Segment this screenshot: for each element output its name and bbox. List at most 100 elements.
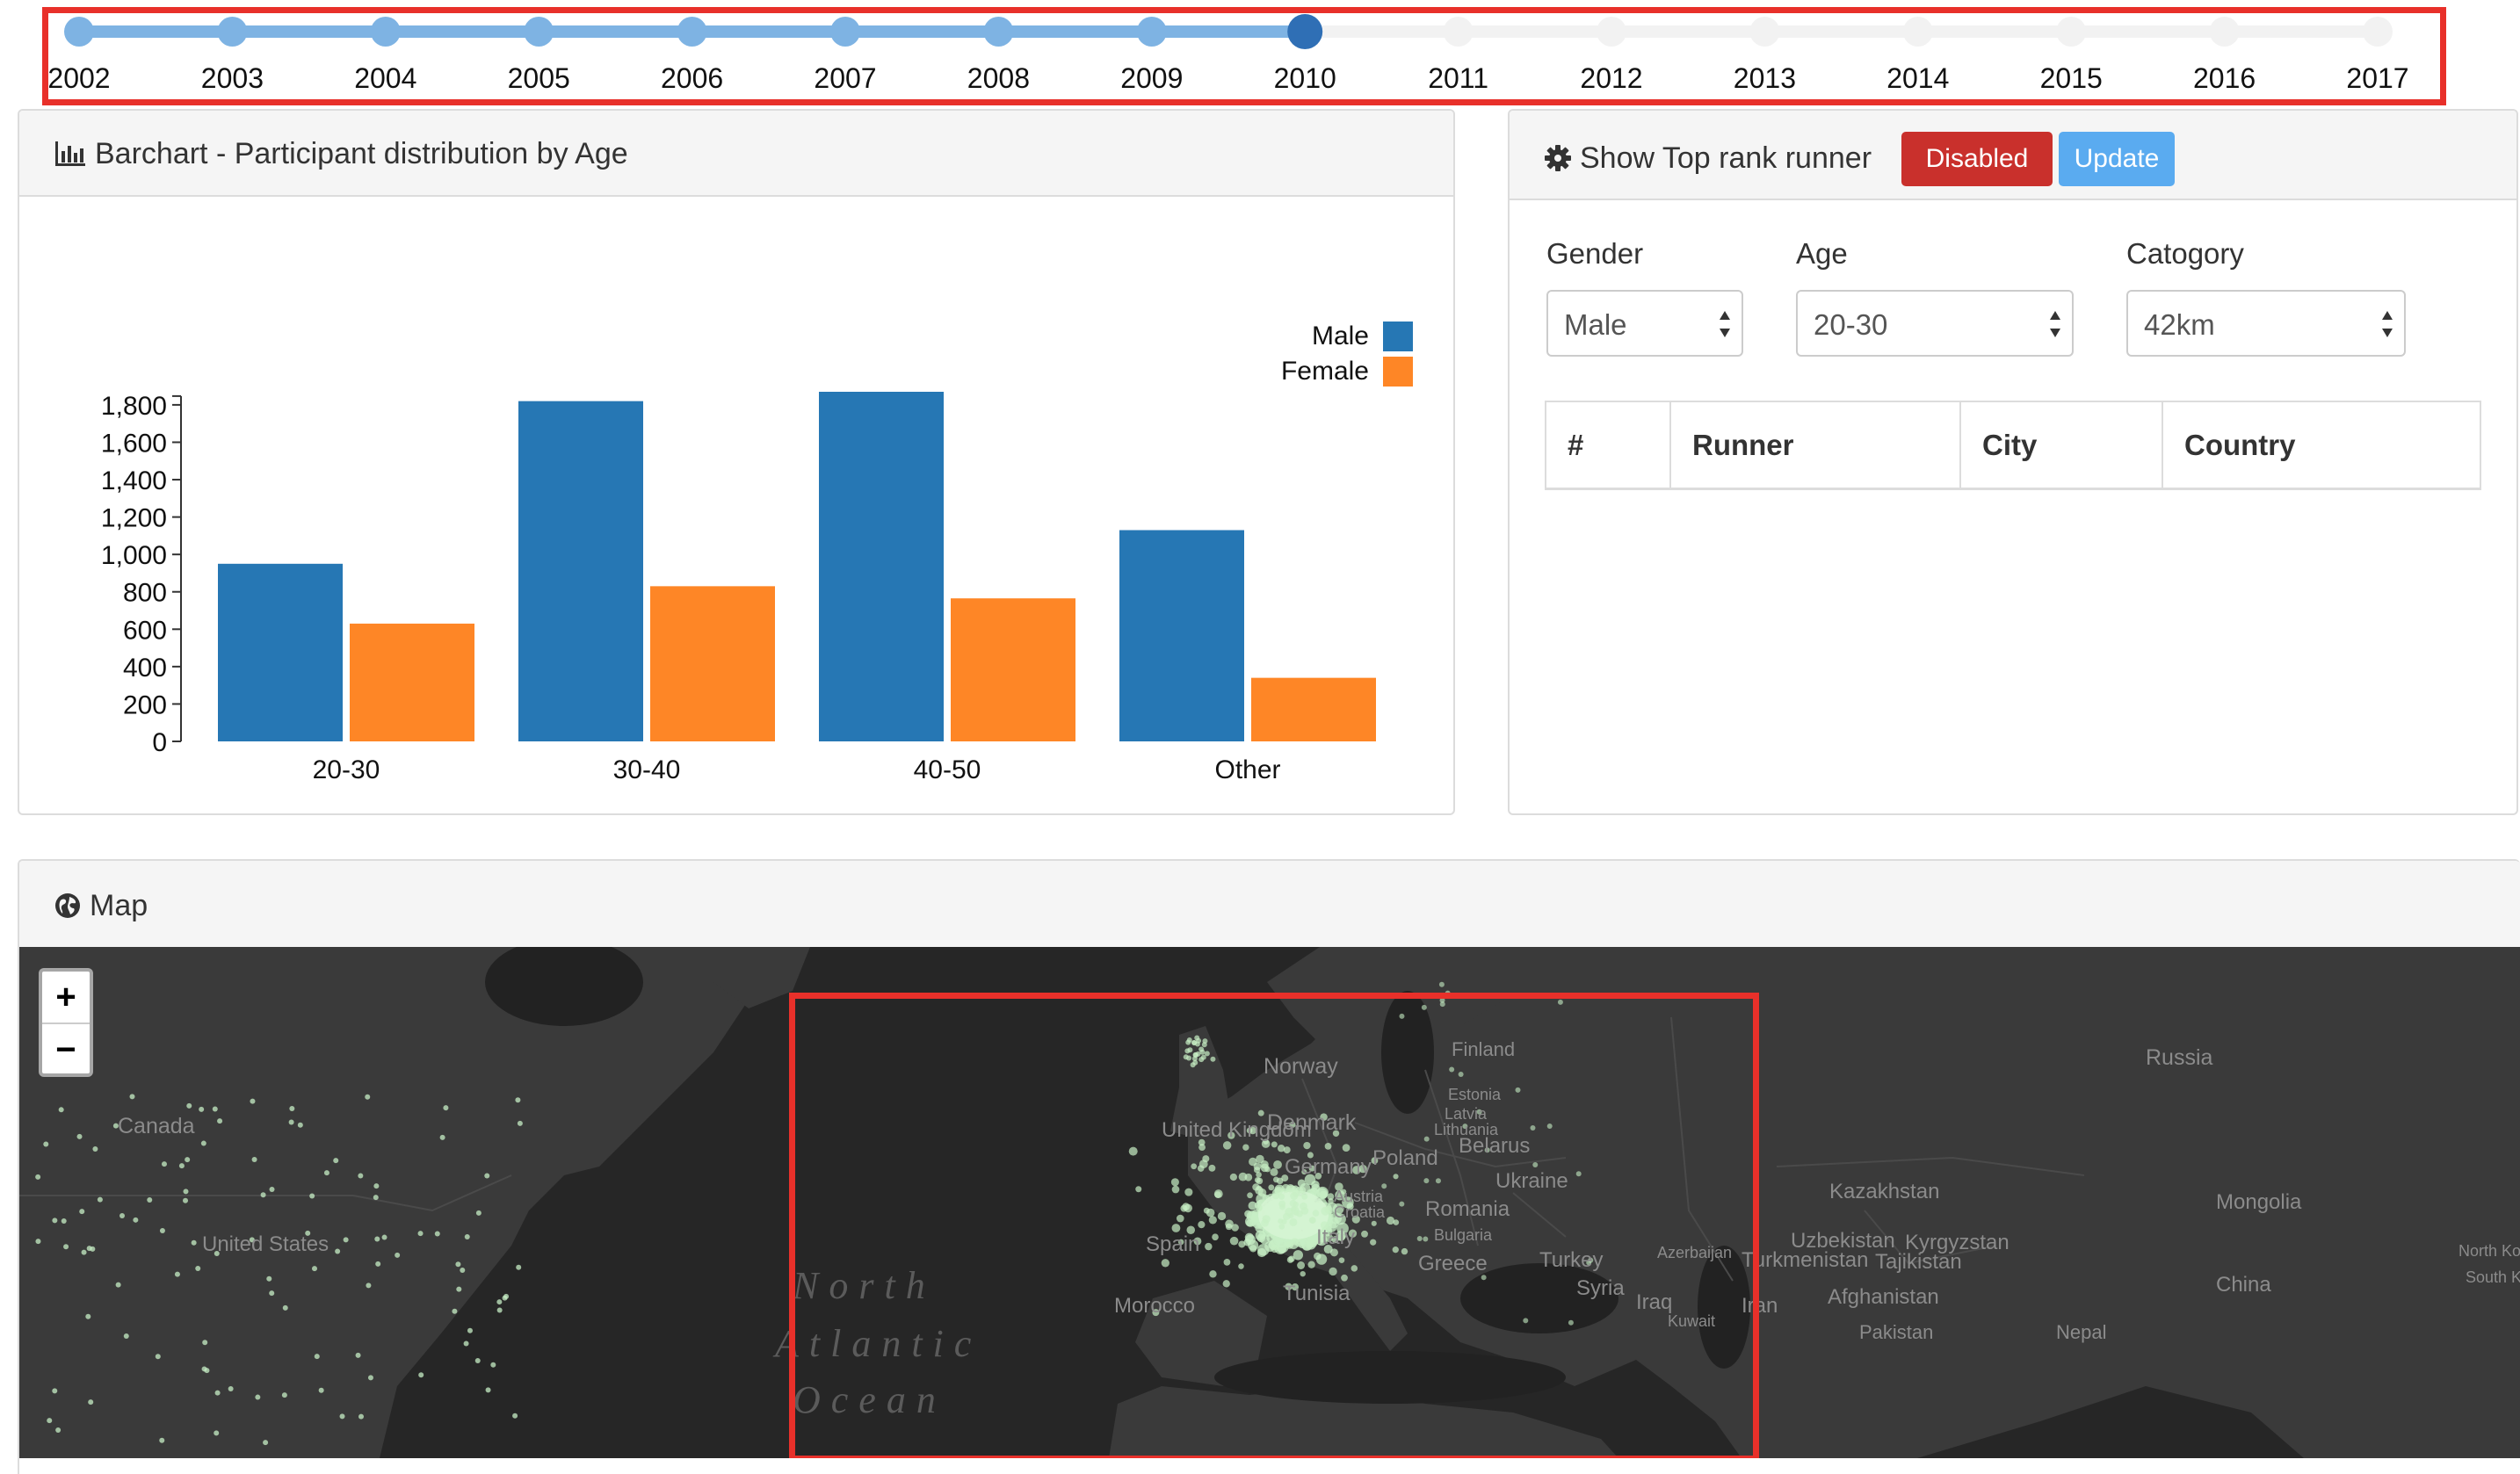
year-timeline-slider[interactable]: 2002 2003 2004 2005 2006 2007 2008 2009 2010 2011… [0,0,2520,105]
timeline-year-label[interactable]: 2012 [1580,62,1642,94]
participant-dot [269,1290,275,1297]
participant-dot [1393,1219,1400,1225]
timeline-year-node[interactable] [983,17,1014,47]
map-label-canada: Canada [118,1114,195,1138]
participant-dot [1256,1204,1263,1211]
participant-dot [61,1217,67,1224]
participant-dot [1190,1062,1196,1068]
participant-map[interactable]: Norway Russia Canada Denmark United Kingdom B… [19,947,2520,1458]
timeline-year-label[interactable]: 2003 [201,62,264,94]
participant-dot [266,1275,272,1282]
participant-dot [97,1196,103,1203]
timeline-year-label[interactable]: 2004 [354,62,416,94]
timeline-year-label[interactable]: 2005 [508,62,570,94]
map-label-south-korea: South Korea [2466,1268,2520,1286]
disabled-button[interactable]: Disabled [1901,132,2053,186]
timeline-year-label[interactable]: 2011 [1428,62,1488,94]
participant-dot [1271,1141,1278,1148]
participant-dot [395,1252,401,1258]
timeline-year-node[interactable] [1597,17,1626,47]
participant-dot [318,1387,324,1393]
map-label-lithuania: Lithuania [1434,1121,1499,1138]
zoom-in-button[interactable]: + [42,972,90,1022]
participant-dot [323,1170,329,1176]
timeline-year-label[interactable]: 2008 [967,62,1030,94]
timeline-year-node[interactable] [2209,17,2240,47]
timeline-year-node[interactable] [1749,17,1780,47]
top-rank-panel-title: Show Top rank runner [1545,141,1872,176]
timeline-year-node[interactable] [677,17,707,47]
participant-dot [1285,1207,1293,1216]
participant-dot [1401,1247,1408,1255]
column-header-city[interactable]: City [1982,429,2037,462]
participant-dot [1314,1252,1322,1261]
participant-dot [214,1430,220,1436]
participant-dot [1273,1160,1282,1169]
timeline-year-node[interactable] [1136,17,1167,47]
participant-dot [76,1133,83,1139]
update-button[interactable]: Update [2059,132,2175,186]
timeline-year-node[interactable] [2056,17,2087,47]
participant-dot [1312,1210,1320,1217]
timeline-handle[interactable] [1287,14,1323,49]
select-arrows-icon [2050,311,2060,337]
participant-dot [1186,1037,1192,1043]
participant-dot [484,1173,490,1179]
participant-dot [1242,1144,1249,1151]
select-arrows-icon [1720,311,1730,337]
timeline-year-label[interactable]: 2006 [661,62,723,94]
timeline-year-label[interactable]: 2016 [2193,62,2256,94]
participant-dot [1329,1267,1337,1276]
participant-dot [1523,1318,1529,1324]
map-canvas[interactable]: Norway RussiaCanada DenmarkUnited KingdomB… [19,947,2520,1458]
column-header-rank[interactable]: # [1568,429,1583,462]
participant-dot [1568,1319,1574,1326]
map-label-nepal: Nepal [2056,1321,2106,1343]
participant-dot [178,1163,185,1169]
timeline-year-label[interactable]: 2014 [1886,62,1949,94]
age-distribution-bar-chart: 0 200 400 600 800 1,000 1,200 1,400 1,600 1,800 20… [101,322,1413,784]
participant-dot [1202,1038,1208,1044]
timeline-year-label[interactable]: 2013 [1734,62,1796,94]
timeline-year-node[interactable] [830,17,860,47]
timeline-year-node[interactable] [524,17,554,47]
participant-dot [186,1102,192,1109]
bar-female-Other [1251,677,1376,741]
map-label-iraq: Iraq [1636,1290,1672,1314]
timeline-year-node[interactable] [64,17,94,47]
timeline-year-label[interactable]: 2015 [2040,62,2103,94]
timeline-year-label[interactable]: 2007 [814,62,876,94]
participant-dot [1223,1258,1231,1266]
participant-dot [373,1183,380,1189]
participant-dot [297,1122,303,1128]
gender-select-value: Male [1564,308,1627,341]
timeline-year-node[interactable] [2363,17,2393,47]
gender-select[interactable]: Male [1546,290,1743,357]
participant-dot [250,1098,256,1104]
zoom-control: + − [39,968,93,1077]
timeline-year-node[interactable] [1902,17,1933,47]
participant-dot [517,1120,523,1126]
participant-dot [1268,1184,1275,1191]
participant-dot [88,1399,94,1405]
timeline-year-node[interactable] [1443,17,1474,47]
y-tick-label: 200 [123,690,167,719]
timeline-year-label[interactable]: 2017 [2346,62,2408,94]
column-header-country[interactable]: Country [2184,429,2296,462]
participant-dot [512,1413,518,1419]
timeline-year-label[interactable]: 2009 [1120,62,1183,94]
zoom-out-button[interactable]: − [42,1024,90,1075]
legend-label: Male [1312,322,1369,350]
participant-dot [375,1261,381,1267]
participant-dot [1307,1261,1315,1268]
category-select[interactable]: 42km [2126,290,2406,357]
timeline-year-label[interactable]: 2010 [1274,62,1336,94]
participant-dot [1546,1124,1553,1130]
timeline-year-node[interactable] [217,17,248,47]
column-header-runner[interactable]: Runner [1692,429,1794,462]
timeline-year-node[interactable] [370,17,401,47]
participant-dot [52,1388,58,1394]
participant-dot [496,1299,503,1305]
age-select[interactable]: 20-30 [1796,290,2074,357]
timeline-year-label[interactable]: 2002 [47,62,110,94]
